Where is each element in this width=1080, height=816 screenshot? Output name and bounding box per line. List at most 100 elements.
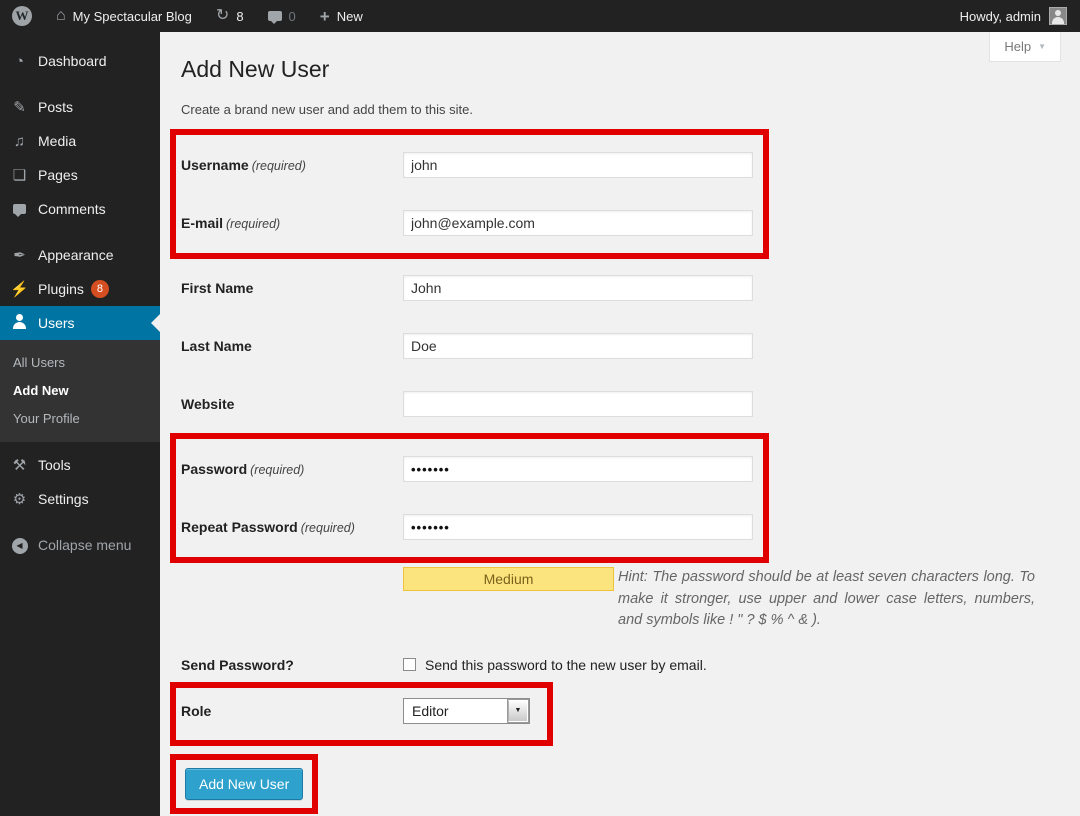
submenu-item-label: All Users (13, 355, 65, 370)
annotation-box-role: Role Editor ▼ (170, 682, 553, 746)
required-note: (required) (252, 159, 306, 173)
password-input[interactable] (403, 456, 753, 482)
wrench-icon: ⚒ (9, 458, 30, 473)
sidebar-item-pages[interactable]: ❏ Pages (0, 158, 160, 192)
new-content-menu[interactable]: + New (308, 0, 375, 32)
website-row: Website (181, 375, 1060, 433)
add-new-user-button[interactable]: Add New User (185, 768, 303, 800)
help-label: Help (1004, 39, 1031, 54)
updates-icon: ↻ (216, 8, 229, 24)
repeat-password-label: Repeat Password(required) (181, 519, 403, 535)
role-label: Role (181, 703, 403, 719)
users-icon (9, 314, 30, 332)
password-strength-meter: Medium (403, 567, 614, 591)
new-label: New (337, 9, 363, 24)
dropdown-arrow-icon: ▼ (508, 700, 528, 722)
password-row: Password(required) (181, 440, 753, 498)
send-password-row: Send Password? Send this password to the… (181, 648, 1060, 682)
admin-bar-left: W ⌂ My Spectacular Blog ↻ 8 0 + New (0, 0, 375, 32)
role-select[interactable]: Editor ▼ (403, 698, 530, 724)
first-name-row: First Name (181, 259, 1060, 317)
sidebar-item-comments[interactable]: Comments (0, 192, 160, 226)
sidebar-item-label: Posts (38, 99, 73, 115)
email-row: E-mail(required) (181, 194, 753, 252)
password-label: Password(required) (181, 461, 403, 477)
plug-icon: ⚡ (9, 282, 30, 297)
chevron-down-icon: ▼ (1038, 42, 1046, 51)
help-button[interactable]: Help ▼ (989, 32, 1061, 62)
required-note: (required) (250, 463, 304, 477)
email-input[interactable] (403, 210, 753, 236)
sidebar-item-plugins[interactable]: ⚡ Plugins 8 (0, 272, 160, 306)
username-row: Username(required) (181, 136, 753, 194)
main-content: Add New User Create a brand new user and… (160, 32, 1080, 816)
comments-bubble-icon (268, 11, 282, 21)
settings-sliders-icon: ⚙ (9, 492, 30, 507)
send-password-checkbox-label: Send this password to the new user by em… (425, 657, 707, 673)
username-input[interactable] (403, 152, 753, 178)
admin-sidebar: ◔ Dashboard ✎ Posts ♫ Media ❏ Pages Comm… (0, 32, 160, 816)
sidebar-item-posts[interactable]: ✎ Posts (0, 90, 160, 124)
first-name-label: First Name (181, 280, 403, 296)
updates-count: 8 (236, 9, 243, 24)
users-submenu: All Users Add New Your Profile (0, 340, 160, 442)
pages-icon: ❏ (9, 168, 30, 183)
last-name-label: Last Name (181, 338, 403, 354)
email-label: E-mail(required) (181, 215, 403, 231)
plugins-update-badge: 8 (91, 280, 109, 298)
sidebar-item-users[interactable]: Users (0, 306, 160, 340)
wordpress-menu[interactable]: W (0, 0, 44, 32)
collapse-menu-label: Collapse menu (38, 537, 131, 553)
sidebar-item-label: Media (38, 133, 76, 149)
sidebar-item-label: Comments (38, 201, 106, 217)
collapse-icon: ◀ (9, 536, 30, 554)
media-icon: ♫ (9, 134, 30, 149)
repeat-password-row: Repeat Password(required) (181, 498, 753, 556)
send-password-checkbox[interactable] (403, 658, 416, 671)
site-name-label: My Spectacular Blog (73, 9, 192, 24)
last-name-input[interactable] (403, 333, 753, 359)
first-name-input[interactable] (403, 275, 753, 301)
dashboard-icon: ◔ (9, 54, 30, 69)
sidebar-item-label: Users (38, 315, 75, 331)
pushpin-icon: ✎ (9, 100, 30, 115)
submenu-item-all-users[interactable]: All Users (0, 348, 160, 376)
site-name-link[interactable]: ⌂ My Spectacular Blog (44, 0, 204, 32)
collapse-menu-button[interactable]: ◀ Collapse menu (0, 528, 160, 562)
submenu-item-your-profile[interactable]: Your Profile (0, 404, 160, 432)
sidebar-item-dashboard[interactable]: ◔ Dashboard (0, 44, 160, 78)
home-icon: ⌂ (56, 8, 66, 24)
annotation-box-submit: Add New User (170, 754, 318, 814)
sidebar-item-tools[interactable]: ⚒ Tools (0, 448, 160, 482)
sidebar-item-settings[interactable]: ⚙ Settings (0, 482, 160, 516)
updates-link[interactable]: ↻ 8 (204, 0, 256, 32)
username-label: Username(required) (181, 157, 403, 173)
page-subtitle: Create a brand new user and add them to … (181, 102, 1060, 117)
submenu-item-label: Add New (13, 383, 69, 398)
admin-bar: W ⌂ My Spectacular Blog ↻ 8 0 + New Howd… (0, 0, 1080, 32)
submenu-item-add-new[interactable]: Add New (0, 376, 160, 404)
sidebar-item-label: Appearance (38, 247, 114, 263)
website-label: Website (181, 396, 403, 412)
paintbrush-icon: ✒ (9, 248, 30, 263)
sidebar-item-label: Pages (38, 167, 78, 183)
submenu-item-label: Your Profile (13, 411, 80, 426)
website-input[interactable] (403, 391, 753, 417)
password-strength-section: Medium Hint: The password should be at l… (403, 567, 1035, 632)
sidebar-item-media[interactable]: ♫ Media (0, 124, 160, 158)
my-account-menu[interactable]: Howdy, admin (960, 0, 1080, 32)
annotation-box-passwords: Password(required) Repeat Password(requi… (170, 433, 769, 563)
avatar (1049, 7, 1067, 25)
role-selected-value: Editor (412, 703, 449, 719)
sidebar-item-label: Dashboard (38, 53, 107, 69)
sidebar-item-appearance[interactable]: ✒ Appearance (0, 238, 160, 272)
send-password-label: Send Password? (181, 657, 403, 673)
plus-icon: + (320, 8, 330, 25)
repeat-password-input[interactable] (403, 514, 753, 540)
comments-icon (9, 202, 30, 217)
sidebar-item-label: Tools (38, 457, 71, 473)
sidebar-item-label: Plugins (38, 281, 84, 297)
add-user-form: Username(required) E-mail(required) Firs… (181, 129, 1060, 814)
page-title: Add New User (181, 54, 1060, 84)
comments-link[interactable]: 0 (256, 0, 308, 32)
